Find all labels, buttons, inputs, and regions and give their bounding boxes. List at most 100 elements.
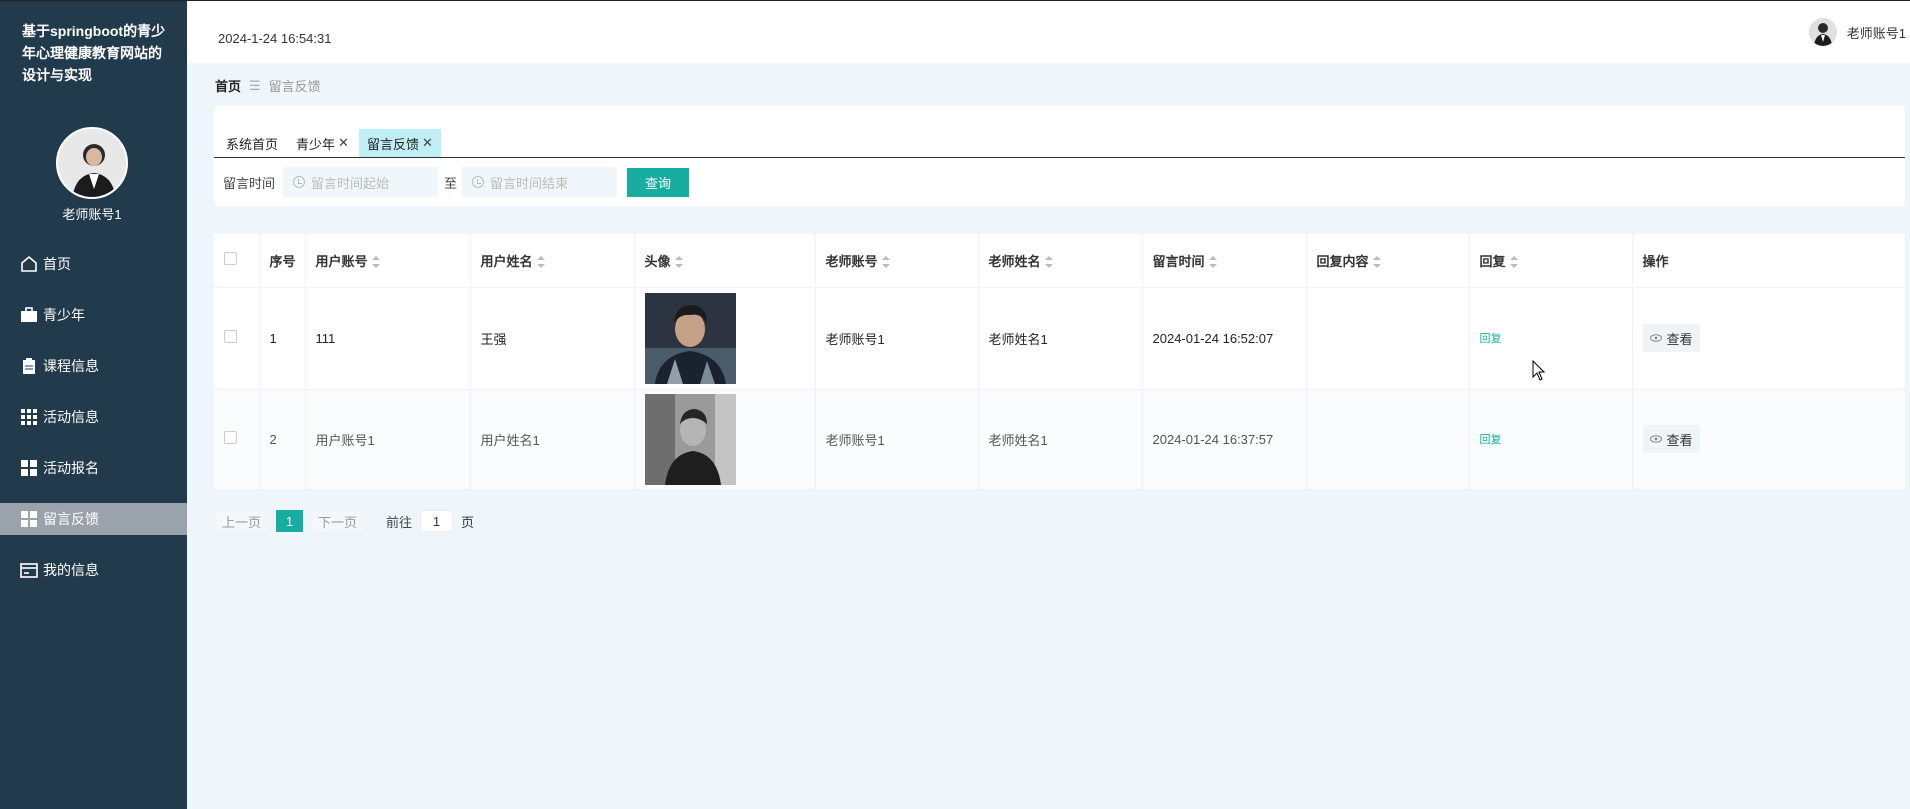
current-datetime: 2024-1-24 16:54:31: [218, 31, 332, 46]
close-icon[interactable]: ✕: [338, 135, 349, 151]
row-checkbox[interactable]: [224, 431, 237, 444]
next-page-button[interactable]: 下一页: [313, 510, 363, 532]
avatar: [1808, 18, 1837, 46]
sidebar-username: 老师账号1: [62, 207, 122, 222]
goto-page-input[interactable]: 1: [420, 510, 454, 532]
breadcrumb-separator-icon: ☰: [249, 77, 261, 93]
teacher-name-cell: 老师姓名1: [978, 389, 1143, 490]
sidebar-item-youth[interactable]: 青少年: [0, 299, 187, 331]
table-header-row: 序号 用户账号 用户姓名 头像 老师账号 老师姓名 留言时间 回复内容 回复 操…: [214, 234, 1906, 288]
tab-bar: 系统首页 青少年 ✕ 留言反馈 ✕: [214, 121, 1905, 158]
column-header[interactable]: 回复: [1469, 234, 1633, 288]
end-date-input[interactable]: 留言时间结束: [462, 167, 618, 197]
user-name-cell: 王强: [470, 287, 635, 390]
breadcrumb-home[interactable]: 首页: [215, 76, 241, 95]
prev-page-button[interactable]: 上一页: [217, 510, 267, 532]
goto-suffix: 页: [461, 514, 475, 530]
pagination: 上一页 1 下一页 前往 1 页: [217, 510, 474, 532]
sort-icon[interactable]: [536, 256, 545, 269]
view-button[interactable]: 查看: [1642, 425, 1700, 453]
reply-link[interactable]: 回复: [1480, 434, 1502, 446]
column-header[interactable]: 回复内容: [1306, 234, 1470, 288]
reply-cell: 回复: [1469, 287, 1633, 390]
reply-content-cell: [1306, 389, 1470, 490]
index-cell: 1: [259, 287, 306, 390]
view-button-label: 查看: [1666, 432, 1693, 448]
reply-link[interactable]: 回复: [1480, 333, 1502, 345]
sidebar-item-label: 我的信息: [43, 562, 99, 578]
close-icon[interactable]: ✕: [422, 135, 433, 151]
column-header[interactable]: 老师账号: [815, 234, 979, 288]
tab-system-home[interactable]: 系统首页: [218, 129, 286, 157]
sidebar-item-courses[interactable]: 课程信息: [0, 350, 187, 382]
teacher-account-cell: 老师账号1: [815, 287, 979, 390]
sidebar-item-home[interactable]: 首页: [0, 248, 187, 280]
search-label: 留言时间: [223, 175, 276, 191]
sidebar-item-feedback[interactable]: 留言反馈: [0, 503, 187, 535]
tab-label: 青少年: [296, 136, 336, 152]
card-icon: [19, 560, 39, 580]
photo-cell: [634, 389, 816, 490]
photo-cell: [634, 287, 816, 390]
action-cell: 查看: [1632, 287, 1906, 390]
column-header[interactable]: 头像: [634, 234, 816, 288]
sort-icon[interactable]: [371, 256, 380, 269]
briefcase-icon: [19, 305, 39, 325]
sort-icon[interactable]: [1372, 256, 1381, 269]
sort-icon[interactable]: [1208, 256, 1217, 269]
eye-icon: [1649, 435, 1662, 443]
tab-youth[interactable]: 青少年 ✕: [288, 129, 357, 157]
row-checkbox[interactable]: [224, 330, 237, 343]
sort-icon[interactable]: [674, 256, 683, 269]
table-row: 1 111 王强 老师账号1 老师姓名1 2024-01-24 16:52:07…: [214, 287, 1906, 390]
sidebar-item-label: 留言反馈: [43, 511, 99, 527]
sidebar-item-label: 青少年: [43, 307, 85, 323]
apps-icon: [19, 509, 39, 529]
time-cell: 2024-01-24 16:52:07: [1142, 287, 1307, 390]
teacher-name-cell: 老师姓名1: [978, 287, 1143, 390]
home-icon: [19, 254, 39, 274]
row-select-cell: [214, 287, 260, 390]
clock-icon: [472, 176, 485, 188]
mouse-cursor-icon: [1532, 360, 1546, 381]
start-date-input[interactable]: 留言时间起始: [283, 167, 439, 197]
search-bar: 留言时间 留言时间起始 至 留言时间结束 查询: [214, 164, 1905, 200]
tab-label: 留言反馈: [366, 136, 419, 152]
clock-icon: [293, 176, 306, 188]
app-title: 基于springboot的青少年心理健康教育网站的设计与实现: [22, 23, 166, 83]
header-user-menu[interactable]: 老师账号1: [1808, 18, 1906, 46]
sidebar-item-activities[interactable]: 活动信息: [0, 401, 187, 433]
user-name-cell: 用户姓名1: [470, 389, 635, 490]
reply-cell: 回复: [1469, 389, 1633, 490]
column-header[interactable]: 用户姓名: [470, 234, 635, 288]
content-panel: 系统首页 青少年 ✕ 留言反馈 ✕ 留言时间 留言时间起始 至 留言时间结束 查…: [214, 106, 1905, 206]
teacher-account-cell: 老师账号1: [815, 389, 979, 490]
breadcrumb: 首页 ☰ 留言反馈: [215, 76, 321, 95]
column-header[interactable]: 留言时间: [1142, 234, 1307, 288]
action-cell: 查看: [1632, 389, 1906, 490]
sort-icon[interactable]: [1509, 256, 1518, 269]
column-header: 序号: [259, 234, 306, 288]
view-button-label: 查看: [1666, 331, 1693, 347]
sort-icon[interactable]: [1044, 256, 1053, 269]
column-header: 操作: [1632, 234, 1906, 288]
sidebar-item-label: 课程信息: [43, 358, 99, 374]
page-number-button[interactable]: 1: [276, 510, 304, 532]
select-all-checkbox[interactable]: [224, 252, 237, 266]
row-select-cell: [214, 389, 260, 490]
end-date-placeholder: 留言时间结束: [490, 175, 569, 191]
sort-icon[interactable]: [881, 256, 890, 269]
top-header: 2024-1-24 16:54:31 老师账号1: [187, 1, 1910, 63]
start-date-placeholder: 留言时间起始: [311, 175, 390, 191]
user-photo: [644, 393, 736, 485]
sidebar-item-registration[interactable]: 活动报名: [0, 452, 187, 484]
sidebar-item-my-info[interactable]: 我的信息: [0, 554, 187, 586]
column-header[interactable]: 用户账号: [305, 234, 471, 288]
feedback-table: 序号 用户账号 用户姓名 头像 老师账号 老师姓名 留言时间 回复内容 回复 操…: [214, 234, 1906, 490]
tab-feedback[interactable]: 留言反馈 ✕: [358, 129, 441, 157]
table-row: 2 用户账号1 用户姓名1 老师账号1 老师姓名1 2024-01-24 16:…: [214, 389, 1906, 490]
column-header[interactable]: 老师姓名: [978, 234, 1143, 288]
goto-prefix: 前往: [386, 514, 413, 530]
view-button[interactable]: 查看: [1642, 324, 1700, 352]
query-button[interactable]: 查询: [627, 167, 690, 197]
